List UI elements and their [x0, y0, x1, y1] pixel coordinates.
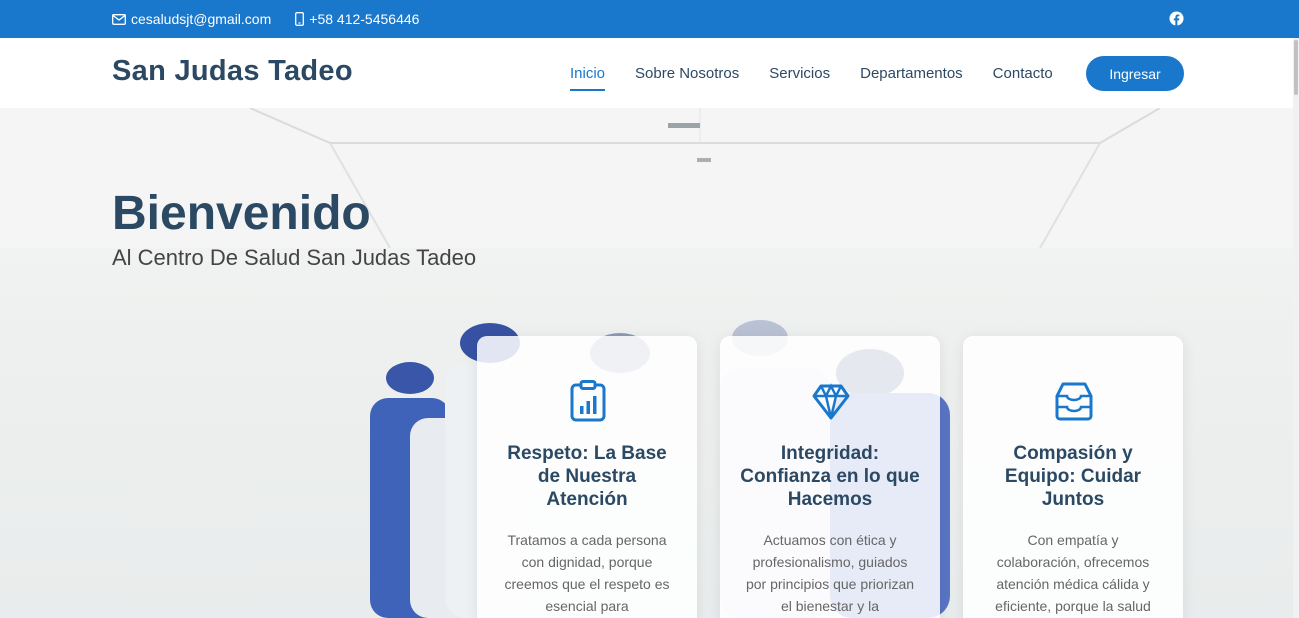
email-contact[interactable]: cesaludsjt@gmail.com — [112, 11, 271, 27]
card-title: Compasión y Equipo: Cuidar Juntos — [1004, 443, 1142, 510]
card-text: Tratamos a cada persona con dignidad, po… — [504, 532, 670, 614]
site-header: San Judas Tadeo Inicio Sobre Nosotros Se… — [0, 38, 1299, 108]
main-nav: Inicio Sobre Nosotros Servicios Departam… — [570, 38, 1083, 108]
facebook-icon[interactable] — [1169, 11, 1184, 26]
nav-departamentos[interactable]: Departamentos — [860, 59, 963, 88]
gem-icon — [812, 383, 850, 420]
email-text: cesaludsjt@gmail.com — [131, 11, 272, 27]
value-card-integridad: Integridad: Confianza en lo que Hacemos … — [720, 336, 940, 618]
contact-info: cesaludsjt@gmail.com +58 412-5456446 — [112, 0, 443, 38]
login-button[interactable]: Ingresar — [1086, 56, 1184, 91]
card-text: Con empatía y colaboración, ofrecemos at… — [995, 532, 1151, 614]
card-title: Respeto: La Base de Nuestra Atención — [507, 443, 667, 510]
value-card-respeto: Respeto: La Base de Nuestra Atención Tra… — [477, 336, 697, 618]
envelope-icon — [112, 13, 126, 25]
value-card-compasion: Compasión y Equipo: Cuidar Juntos Con em… — [963, 336, 1183, 618]
nav-contacto[interactable]: Contacto — [993, 59, 1053, 88]
nav-inicio[interactable]: Inicio — [570, 59, 606, 91]
site-logo[interactable]: San Judas Tadeo — [112, 55, 353, 88]
top-bar: cesaludsjt@gmail.com +58 412-5456446 — [0, 0, 1299, 38]
clipboard-chart-icon — [570, 380, 606, 422]
hero-section: Bienvenido Al Centro De Salud San Judas … — [0, 108, 1293, 618]
card-text: Actuamos con ética y profesionalismo, gu… — [745, 532, 915, 614]
card-title: Integridad: Confianza en lo que Hacemos — [740, 443, 920, 510]
nav-servicios[interactable]: Servicios — [769, 59, 830, 88]
inbox-stack-icon — [1055, 382, 1093, 421]
scrollbar-thumb[interactable] — [1294, 40, 1298, 95]
page-scrollbar[interactable] — [1293, 38, 1299, 618]
hero-subtitle: Al Centro De Salud San Judas Tadeo — [112, 245, 477, 270]
phone-contact[interactable]: +58 412-5456446 — [295, 11, 419, 27]
phone-text: +58 412-5456446 — [309, 11, 420, 27]
hero-title: Bienvenido — [112, 187, 371, 240]
phone-icon — [295, 12, 305, 26]
nav-sobre-nosotros[interactable]: Sobre Nosotros — [635, 59, 739, 88]
